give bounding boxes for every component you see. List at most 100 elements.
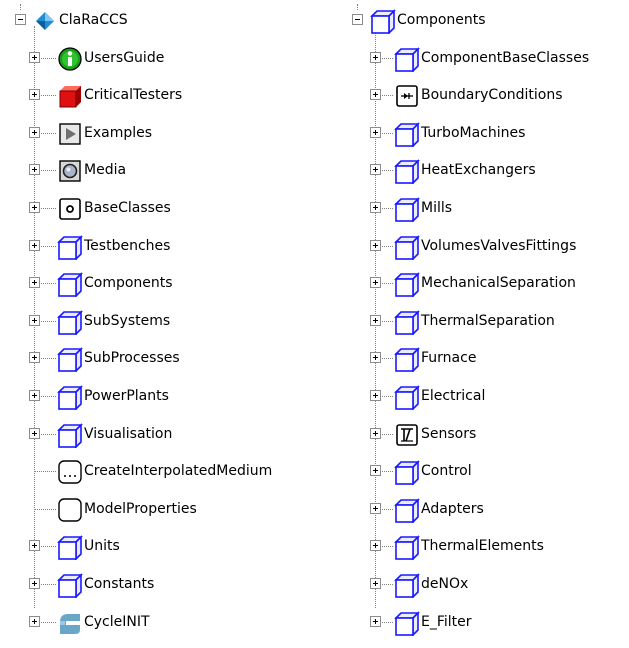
tree-item-label: MechanicalSeparation — [421, 275, 576, 292]
expand-toggle[interactable] — [370, 202, 381, 213]
tree-item[interactable]: Furnace — [340, 344, 629, 374]
expand-toggle[interactable] — [29, 89, 40, 101]
expand-toggle[interactable] — [29, 540, 40, 552]
tree-item[interactable]: VolumesValvesFittings — [340, 232, 629, 262]
collapse-toggle[interactable] — [15, 14, 26, 25]
package-icon — [394, 196, 420, 223]
tree-item[interactable]: PowerPlants — [0, 382, 340, 412]
expand-toggle[interactable] — [370, 164, 381, 176]
expand-toggle[interactable] — [370, 126, 381, 138]
expand-toggle[interactable] — [370, 352, 381, 364]
tree-item[interactable]: Control — [340, 457, 629, 487]
expand-toggle[interactable] — [370, 578, 381, 589]
tree-item[interactable]: BaseClasses — [0, 194, 340, 224]
media-icon — [57, 158, 83, 184]
tree-connector — [34, 471, 56, 473]
left-tree-root[interactable]: ClaRaCCS — [0, 6, 340, 36]
package-root-icon — [32, 8, 58, 34]
tree-item-label: Testbenches — [84, 237, 171, 254]
tree-item[interactable]: HeatExchangers — [340, 156, 629, 186]
tree-item[interactable]: ThermalElements — [340, 532, 629, 562]
tree-item[interactable]: CycleINIT — [0, 608, 340, 638]
tree-item[interactable]: ComponentBaseClasses — [340, 44, 629, 74]
tree-item[interactable]: SubSystems — [0, 307, 340, 337]
tree-item[interactable]: Testbenches — [0, 232, 340, 262]
tree-item-label: HeatExchangers — [421, 162, 536, 179]
expand-toggle[interactable] — [29, 277, 40, 289]
tree-item[interactable]: Constants — [0, 570, 340, 600]
tree-item[interactable]: E_Filter — [340, 608, 629, 638]
tree-item-label: Furnace — [421, 350, 477, 367]
expand-toggle[interactable] — [370, 427, 381, 439]
tree-item[interactable]: UsersGuide — [0, 44, 340, 74]
package-icon — [394, 234, 420, 261]
right-tree: Components ComponentBaseClasses Boundary… — [340, 0, 629, 648]
right-tree-root[interactable]: Components — [340, 6, 629, 36]
tree-item-label: Adapters — [421, 500, 484, 517]
tree-item[interactable]: deNOx — [340, 570, 629, 600]
package-icon — [370, 8, 396, 35]
expand-toggle[interactable] — [29, 202, 40, 213]
package-icon — [57, 309, 83, 336]
tree-item[interactable]: Sensors — [340, 420, 629, 450]
tree-item[interactable]: ModelProperties — [0, 495, 340, 525]
tree-item[interactable]: Visualisation — [0, 420, 340, 450]
expand-toggle[interactable] — [29, 578, 40, 589]
tree-item[interactable]: ThermalSeparation — [340, 307, 629, 337]
expand-toggle[interactable] — [29, 51, 40, 63]
expand-toggle[interactable] — [29, 164, 40, 176]
expand-toggle[interactable] — [370, 51, 381, 63]
expand-toggle[interactable] — [29, 390, 40, 401]
tree-item[interactable]: SubProcesses — [0, 344, 340, 374]
tree-item-label: BoundaryConditions — [421, 87, 563, 104]
tree-item[interactable]: Units — [0, 532, 340, 562]
tree-connector — [34, 508, 56, 510]
tree-item-label: Visualisation — [84, 425, 173, 442]
tree-item-label: ComponentBaseClasses — [421, 49, 590, 66]
tree-item[interactable]: Media — [0, 156, 340, 186]
tree-item[interactable]: Examples — [0, 119, 340, 149]
package-icon — [57, 534, 83, 562]
package-icon — [394, 384, 420, 411]
tree-item-label: Electrical — [421, 388, 486, 404]
expand-toggle[interactable] — [370, 277, 381, 289]
expand-toggle[interactable] — [29, 126, 40, 138]
expand-toggle[interactable] — [370, 89, 381, 101]
collapse-toggle[interactable] — [352, 14, 363, 25]
tree-item[interactable]: Electrical — [340, 382, 629, 412]
tree-item[interactable]: CreateInterpolatedMedium — [0, 457, 340, 487]
tree-item[interactable]: Components — [0, 269, 340, 299]
boundary-icon — [394, 83, 420, 109]
package-icon — [394, 346, 420, 374]
expand-toggle[interactable] — [370, 239, 381, 251]
package-icon — [394, 309, 420, 336]
left-tree: ClaRaCCS UsersGuide CriticalTesters Exam… — [0, 0, 340, 648]
tree-item-label: Units — [84, 538, 120, 555]
tree-item[interactable]: CriticalTesters — [0, 81, 340, 111]
expand-toggle[interactable] — [29, 427, 40, 439]
tree-item-label: deNOx — [421, 576, 469, 592]
expand-toggle[interactable] — [370, 465, 381, 477]
expand-toggle[interactable] — [29, 239, 40, 251]
tree-item[interactable]: Adapters — [340, 495, 629, 525]
expand-toggle[interactable] — [29, 314, 40, 326]
package-icon — [394, 610, 420, 637]
expand-toggle[interactable] — [370, 540, 381, 552]
expand-toggle[interactable] — [370, 314, 381, 326]
tree-item[interactable]: TurboMachines — [340, 119, 629, 149]
expand-toggle[interactable] — [29, 615, 40, 627]
tree-item[interactable]: BoundaryConditions — [340, 81, 629, 111]
tree-item-label: Constants — [84, 576, 155, 592]
package-icon — [394, 534, 420, 562]
expand-toggle[interactable] — [370, 502, 381, 514]
package-icon — [394, 158, 420, 186]
expand-toggle[interactable] — [370, 615, 381, 627]
tree-item-label: SubSystems — [84, 312, 171, 329]
package-icon — [394, 46, 420, 73]
expand-toggle[interactable] — [29, 352, 40, 364]
tree-item[interactable]: Mills — [340, 194, 629, 224]
tree-item-label: Components — [397, 12, 486, 28]
expand-toggle[interactable] — [370, 390, 381, 401]
tree-item-label: Media — [84, 162, 127, 179]
tree-item[interactable]: MechanicalSeparation — [340, 269, 629, 299]
